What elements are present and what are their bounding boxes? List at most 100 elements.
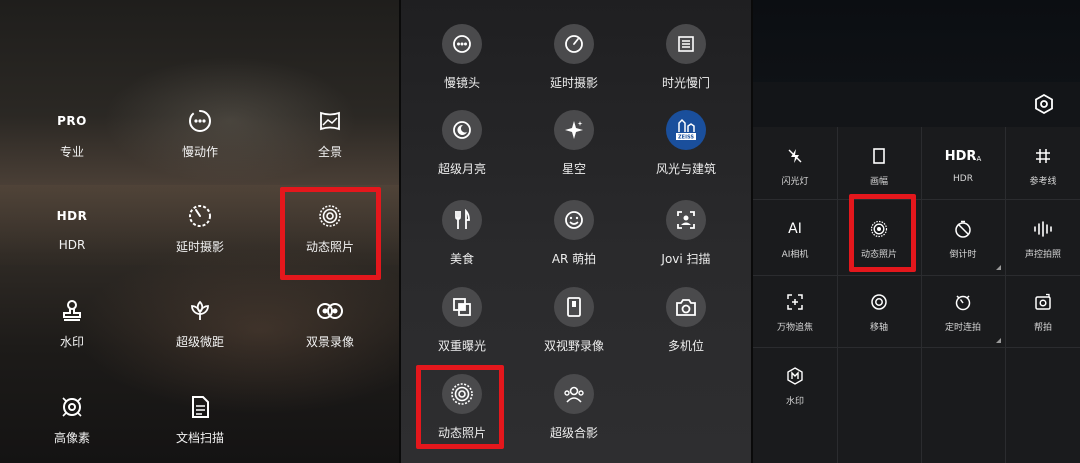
- mode-dual-view-video[interactable]: 双视野录像: [524, 287, 624, 357]
- voice-icon: [1033, 219, 1053, 239]
- timelapse-icon: [554, 24, 594, 64]
- submenu-corner-indicator: [996, 338, 1001, 343]
- mode-food[interactable]: 美食: [412, 200, 512, 270]
- mode-timelapse[interactable]: 延时摄影: [524, 24, 624, 94]
- highlight-box: [416, 365, 504, 449]
- grid-icon: [1035, 146, 1051, 166]
- mode-super-moon[interactable]: 超级月亮: [412, 110, 512, 180]
- smile-icon: [554, 200, 594, 240]
- mode-double-exposure[interactable]: 双重曝光: [412, 287, 512, 357]
- mode-ar-sticker[interactable]: AR 萌拍: [524, 200, 624, 270]
- mode-hi-res[interactable]: 高像素: [22, 394, 122, 454]
- dual-view-icon: [554, 287, 594, 327]
- timelapse-icon: [188, 203, 212, 229]
- dual-view-icon: [316, 298, 344, 324]
- tilt-shift-icon: [870, 292, 888, 312]
- self-timer-icon: [954, 219, 972, 239]
- setting-watermark[interactable]: 水印: [755, 366, 835, 436]
- highlight-box: [849, 194, 916, 272]
- mode-label: 超级合影: [549, 426, 598, 440]
- setting-label: 帮拍: [1033, 323, 1052, 333]
- mode-label: 美食: [449, 252, 474, 266]
- mode-hdr[interactable]: HDR HDR: [22, 203, 122, 263]
- mode-label: 慢镜头: [443, 76, 480, 90]
- mode-document-scan[interactable]: 文档扫描: [150, 394, 250, 454]
- setting-label: 水印: [785, 397, 804, 407]
- mode-multi-camera[interactable]: 多机位: [636, 287, 736, 357]
- focus-track-icon: [786, 292, 804, 312]
- fork-knife-icon: [442, 200, 482, 240]
- setting-label: HDR: [953, 174, 973, 184]
- mode-label: 双景录像: [305, 335, 354, 349]
- mode-starry-sky[interactable]: 星空: [524, 110, 624, 180]
- zeiss-icon: ZEISS: [666, 110, 706, 150]
- setting-ai-camera[interactable]: AI AI相机: [755, 219, 835, 289]
- mode-label: 延时摄影: [175, 240, 224, 254]
- hi-res-icon: [60, 394, 84, 420]
- setting-voice-shutter[interactable]: 声控拍照: [1003, 219, 1080, 289]
- stamp-icon: [61, 298, 83, 324]
- mode-label: 双视野录像: [543, 339, 604, 353]
- mode-landscape-architecture[interactable]: ZEISS 风光与建筑: [636, 110, 736, 180]
- mode-macro[interactable]: 超级微距: [150, 298, 250, 358]
- setting-label: 移轴: [869, 323, 888, 333]
- document-icon: [190, 394, 210, 420]
- setting-label: 万物追焦: [776, 323, 813, 333]
- help-icon: [1034, 292, 1052, 312]
- watermark-icon: [786, 366, 804, 386]
- mode-label: 时光慢门: [661, 76, 710, 90]
- camera-modes-panel-1: PRO 专业 慢动作 全景 HDR HDR 延时摄影 动态照片 水印 超级微距 …: [0, 0, 399, 463]
- setting-interval-shooting[interactable]: 定时连拍: [923, 292, 1003, 362]
- setting-flash[interactable]: 闪光灯: [755, 146, 835, 216]
- setting-tilt-shift[interactable]: 移轴: [839, 292, 919, 362]
- mode-time-shutter[interactable]: 时光慢门: [636, 24, 736, 94]
- setting-help-shoot[interactable]: 帮拍: [1003, 292, 1080, 362]
- hdr-auto-icon: HDR A: [944, 148, 982, 164]
- setting-focus-tracking[interactable]: 万物追焦: [755, 292, 835, 362]
- mode-group-photo[interactable]: 超级合影: [524, 374, 624, 444]
- grid-divider: [837, 127, 838, 463]
- mode-dual-view[interactable]: 双景录像: [280, 298, 380, 358]
- setting-hdr[interactable]: HDR A HDR: [923, 146, 1003, 216]
- slow-lens-icon: [442, 24, 482, 64]
- pro-icon: PRO: [57, 114, 87, 128]
- settings-hexagon-icon[interactable]: [1034, 93, 1054, 118]
- time-shutter-icon: [666, 24, 706, 64]
- mode-slow-lens[interactable]: 慢镜头: [412, 24, 512, 94]
- multi-camera-icon: [666, 287, 706, 327]
- mode-label: 高像素: [53, 431, 90, 445]
- zeiss-logo-text: ZEISS: [678, 135, 694, 141]
- mode-timelapse[interactable]: 延时摄影: [150, 203, 250, 263]
- scan-icon: [666, 200, 706, 240]
- mode-label: 风光与建筑: [655, 162, 716, 176]
- setting-grid-lines[interactable]: 参考线: [1003, 146, 1080, 216]
- mode-watermark[interactable]: 水印: [22, 298, 122, 358]
- setting-label: AI相机: [781, 250, 809, 260]
- setting-label: 定时连拍: [944, 323, 981, 333]
- mode-jovi-scan[interactable]: Jovi 扫描: [636, 200, 736, 270]
- interval-icon: [954, 292, 972, 312]
- mode-label: 双重曝光: [437, 339, 486, 353]
- mode-label: 超级月亮: [437, 162, 486, 176]
- hdr-icon: HDR: [56, 209, 88, 223]
- setting-self-timer[interactable]: 倒计时: [923, 219, 1003, 289]
- sparkle-icon: [554, 110, 594, 150]
- flower-icon: [188, 298, 212, 324]
- setting-label: 画幅: [869, 177, 888, 187]
- mode-label: 超级微距: [175, 335, 224, 349]
- slow-motion-icon: [188, 108, 212, 134]
- mode-label: 专业: [59, 145, 84, 159]
- mode-label: 全景: [317, 145, 342, 159]
- moon-icon: [442, 110, 482, 150]
- mode-slow-motion[interactable]: 慢动作: [150, 108, 250, 168]
- mode-label: AR 萌拍: [551, 252, 597, 266]
- setting-label: 闪光灯: [781, 177, 809, 187]
- group-photo-icon: [554, 374, 594, 414]
- mode-label: 慢动作: [181, 145, 218, 159]
- camera-modes-panel-3: 闪光灯 画幅 HDR A HDR 参考线 AI AI相机 动态照片 倒计时 声控…: [753, 0, 1080, 463]
- camera-modes-panel-2: 慢镜头 延时摄影 时光慢门 超级月亮 星空 ZEISS 风光与建筑 美食 AR …: [401, 0, 751, 463]
- mode-panorama[interactable]: 全景: [280, 108, 380, 168]
- settings-header: [753, 82, 1080, 127]
- mode-pro[interactable]: PRO 专业: [22, 108, 122, 168]
- panorama-icon: [318, 108, 342, 134]
